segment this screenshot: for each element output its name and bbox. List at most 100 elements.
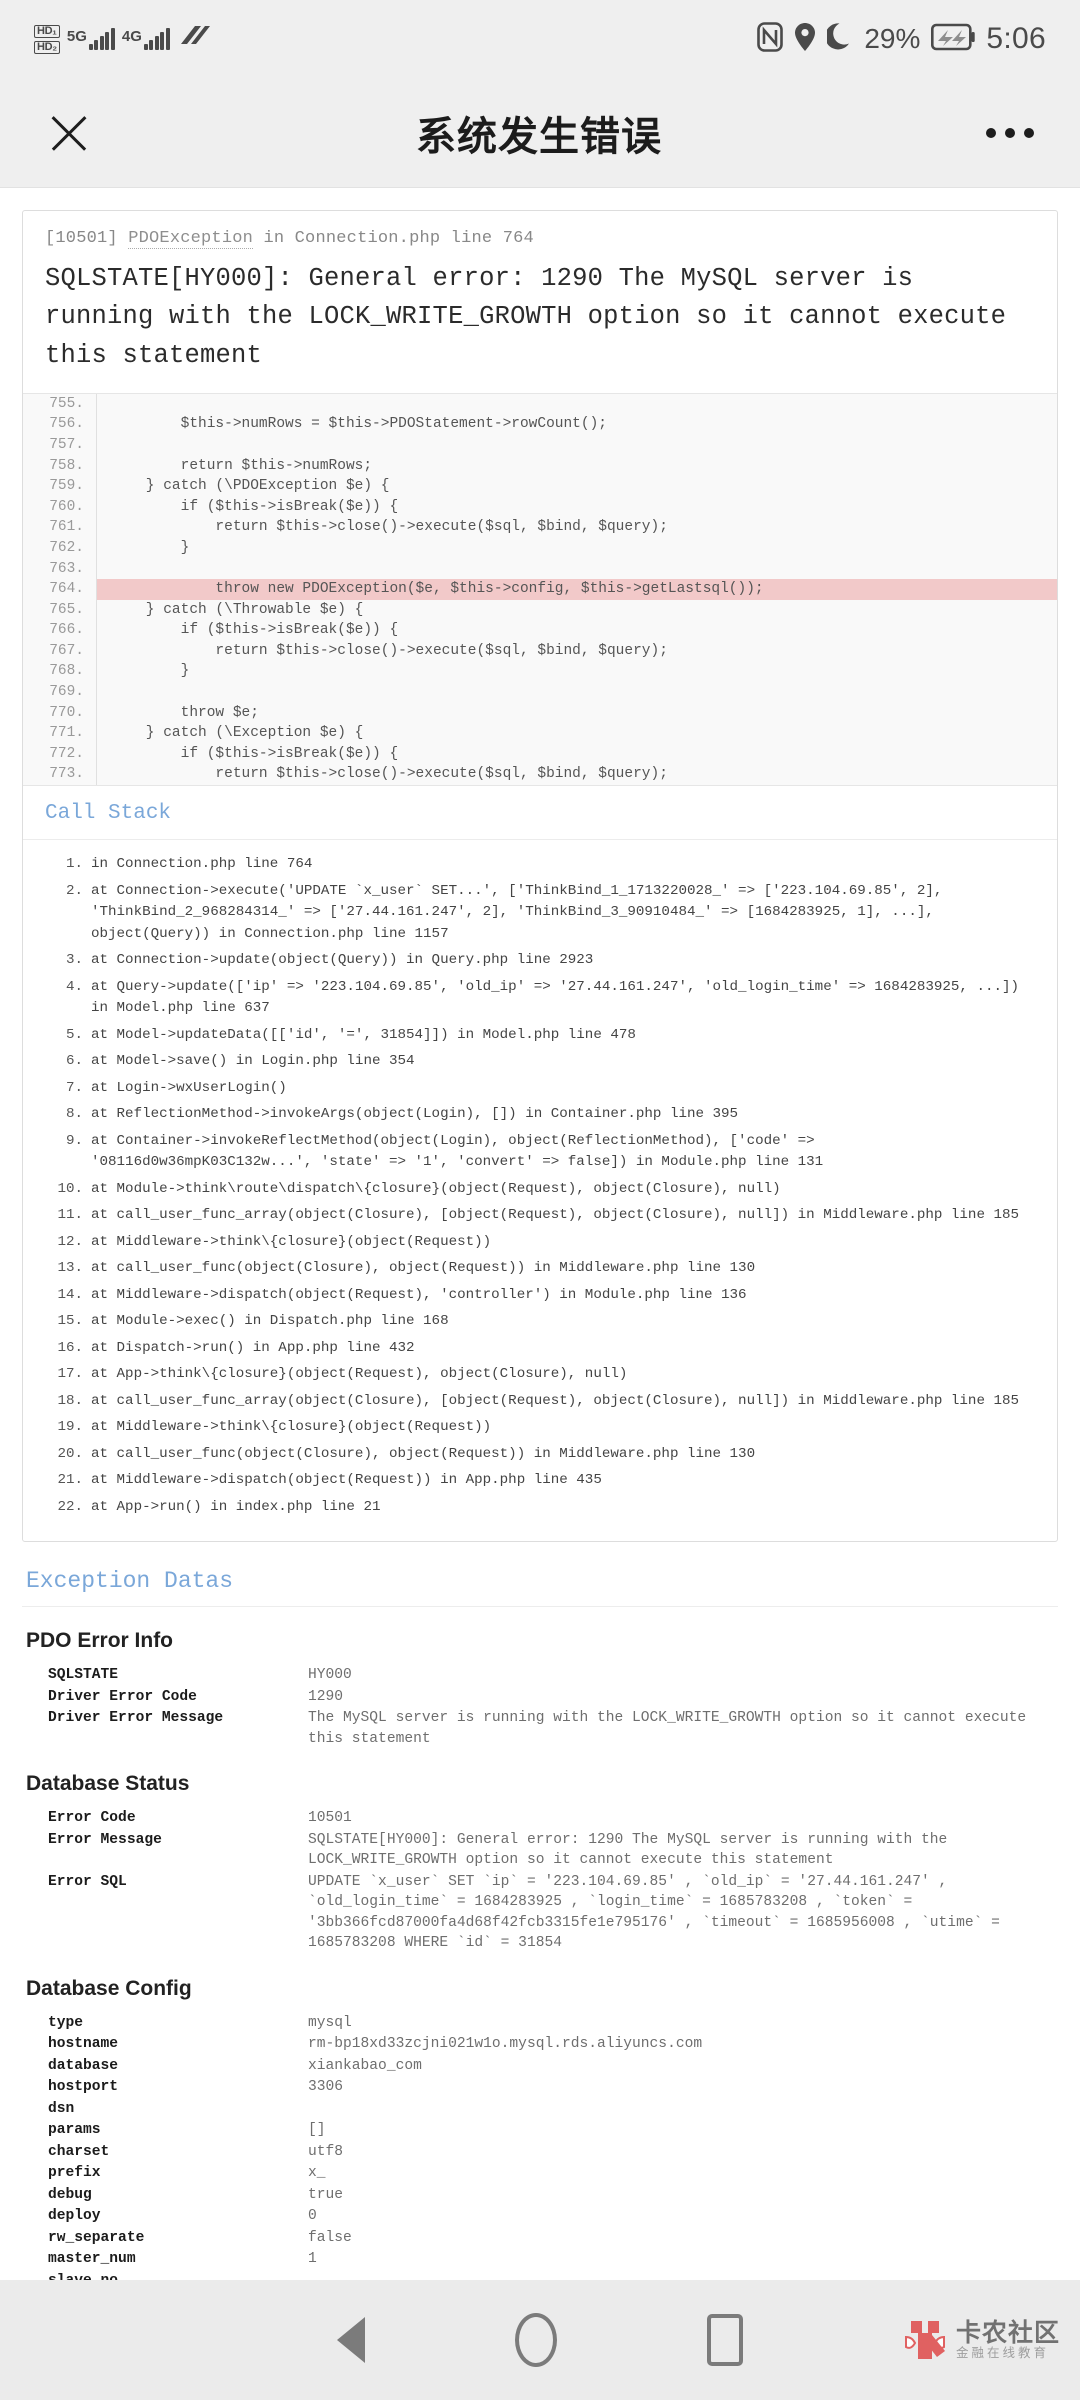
hd1-icon: HD₁ bbox=[34, 24, 60, 38]
exception-panel: [10501] PDOException in Connection.php l… bbox=[22, 210, 1058, 1543]
code-line-number: 755. bbox=[23, 393, 97, 415]
data-row-value: 1 bbox=[308, 2251, 317, 2268]
status-bar-left: HD₁ HD₂ 5G 4G bbox=[34, 22, 211, 57]
data-row-value: HY000 bbox=[308, 1667, 352, 1684]
data-row-value: SQLSTATE[HY000]: General error: 1290 The… bbox=[308, 1831, 948, 1869]
data-row-key: slave_no bbox=[22, 2271, 308, 2280]
data-row: Error Message SQLSTATE[HY000]: General er… bbox=[22, 1830, 1058, 1871]
code-line-text: } catch (\Throwable $e) { bbox=[111, 601, 364, 618]
data-row: slave_no bbox=[22, 2271, 1058, 2280]
call-stack-frame: at Dispatch->run() in App.php line 432 bbox=[45, 1338, 415, 1359]
code-line: 765. } catch (\Throwable $e) { bbox=[23, 599, 1057, 621]
source-code-block[interactable]: 755. 756. $this->numRows = $this->PDOStat… bbox=[23, 392, 1057, 787]
code-line-text: if ($this->isBreak($e)) { bbox=[111, 745, 399, 762]
data-row-value: utf8 bbox=[308, 2143, 344, 2160]
data-row-value bbox=[308, 2271, 1058, 2280]
data-row-value: 1290 bbox=[308, 1688, 344, 1705]
call-stack-frame: at call_user_func(object(Closure), objec… bbox=[45, 1444, 756, 1465]
call-stack-frame: at Module->think\route\dispatch\{closure… bbox=[45, 1179, 781, 1200]
network-type-5g-label: 5G bbox=[66, 28, 87, 45]
code-line-number: 763. bbox=[23, 558, 97, 580]
data-row-value: rm-bp18xd33zcjni021w1o.mysql.rds.aliyunc… bbox=[308, 2036, 703, 2053]
code-line-number: 770. bbox=[23, 702, 97, 724]
watermark-subtitle: 金融在线教育 bbox=[955, 2345, 1049, 2360]
watermark-text: 卡农社区 金融在线教育 bbox=[956, 2320, 1060, 2359]
battery-percent-label: 29% bbox=[864, 23, 921, 54]
code-line: 760. if ($this->isBreak($e)) { bbox=[23, 496, 1057, 518]
close-icon[interactable] bbox=[46, 110, 92, 156]
code-line-text: return $this->close()->execute($sql, $bi… bbox=[111, 642, 668, 659]
data-row: charset utf8 bbox=[22, 2142, 1058, 2163]
data-row-key: deploy bbox=[48, 2208, 101, 2225]
data-row-value: mysql bbox=[308, 2014, 352, 2031]
do-not-disturb-moon-icon bbox=[825, 22, 853, 57]
code-line-text: if ($this->isBreak($e)) { bbox=[111, 622, 399, 639]
code-line-number: 757. bbox=[23, 434, 97, 456]
data-row-key: type bbox=[48, 2014, 84, 2031]
data-row-key: params bbox=[48, 2122, 101, 2139]
code-line: 758. return $this->numRows; bbox=[23, 455, 1057, 477]
code-line: 769. bbox=[23, 682, 1057, 703]
data-row-key: database bbox=[48, 2057, 119, 2074]
more-options-icon[interactable] bbox=[986, 127, 1034, 138]
data-row: hostname rm-bp18xd33zcjni021w1o.mysql.rds… bbox=[22, 2034, 1058, 2055]
hd-voice-icons: HD₁ HD₂ bbox=[34, 24, 60, 54]
data-row: dsn bbox=[22, 2099, 1058, 2120]
code-line-number: 766. bbox=[23, 620, 97, 641]
code-line: 761. return $this->close()->execute($sql… bbox=[23, 517, 1057, 538]
exception-code: [10501] bbox=[45, 229, 118, 248]
code-line-number: 767. bbox=[23, 640, 97, 662]
call-stack-frame: at Login->wxUserLogin() bbox=[45, 1078, 287, 1099]
code-line: 773. return $this->close()->execute($sql… bbox=[23, 764, 1057, 786]
call-stack-frame: at Middleware->dispatch(object(Request))… bbox=[45, 1470, 602, 1491]
code-line-text: } catch (\PDOException $e) { bbox=[111, 478, 390, 495]
data-row: prefix x_ bbox=[22, 2163, 1058, 2184]
home-icon[interactable] bbox=[515, 2313, 557, 2367]
call-stack-frame: at App->run() in index.php line 21 bbox=[45, 1497, 381, 1518]
data-row-value: x_ bbox=[308, 2165, 326, 2182]
call-stack-frame: in Connection.php line 764 bbox=[45, 854, 313, 875]
sim2-signal: 4G bbox=[122, 28, 170, 50]
exception-datas-title: Exception Datas bbox=[22, 1542, 1058, 1608]
data-row: type mysql bbox=[22, 2013, 1058, 2034]
recent-apps-icon[interactable] bbox=[707, 2314, 743, 2366]
nfc-icon bbox=[757, 21, 784, 57]
code-line: 768. } bbox=[23, 661, 1057, 683]
watermark: 卡农社区 金融在线教育 bbox=[902, 2317, 1060, 2363]
code-line-number: 761. bbox=[23, 517, 97, 538]
location-icon bbox=[794, 22, 816, 57]
clock-label: 5:06 bbox=[986, 22, 1046, 55]
data-row-key: charset bbox=[48, 2143, 110, 2160]
code-line-text: } bbox=[111, 663, 190, 680]
data-row: params [] bbox=[22, 2120, 1058, 2141]
data-row-key: prefix bbox=[48, 2165, 101, 2182]
code-line-text: $this->numRows = $this->PDOStatement->ro… bbox=[111, 416, 607, 433]
code-line: 767. return $this->close()->execute($sql… bbox=[23, 640, 1057, 662]
data-row-key: debug bbox=[48, 2186, 92, 2203]
code-line-number: 765. bbox=[23, 599, 97, 621]
call-stack-frame: at Module->exec() in Dispatch.php line 1… bbox=[45, 1311, 449, 1332]
code-line-number: 769. bbox=[23, 682, 97, 703]
code-line: 764. throw new PDOException($e, $this->c… bbox=[23, 579, 1057, 600]
data-row-value: 3306 bbox=[308, 2079, 344, 2096]
error-page-content: [10501] PDOException in Connection.php l… bbox=[0, 188, 1080, 2280]
data-row: debug true bbox=[22, 2185, 1058, 2206]
code-line-text: throw new PDOException($e, $this->config… bbox=[111, 581, 764, 598]
data-group-title: Database Status bbox=[26, 1772, 190, 1796]
call-stack-frame: at Connection->update(object(Query)) in … bbox=[45, 950, 594, 971]
code-line-number: 764. bbox=[23, 579, 97, 600]
call-stack-frame: at call_user_func_array(object(Closure),… bbox=[45, 1391, 1020, 1412]
data-row-key: Error Code bbox=[48, 1810, 136, 1827]
data-row: SQLSTATE HY000 bbox=[22, 1665, 1058, 1686]
exception-class-link[interactable]: PDOException bbox=[128, 229, 254, 249]
watermark-title: 卡农社区 bbox=[955, 2319, 1060, 2348]
code-line-number: 762. bbox=[23, 537, 97, 559]
exception-header: [10501] PDOException in Connection.php l… bbox=[23, 211, 1057, 256]
call-stack-frame: at call_user_func_array(object(Closure),… bbox=[45, 1205, 1020, 1226]
code-line: 759. } catch (\PDOException $e) { bbox=[23, 476, 1057, 497]
back-icon[interactable] bbox=[337, 2317, 365, 2363]
code-line: 772. if ($this->isBreak($e)) { bbox=[23, 743, 1057, 765]
